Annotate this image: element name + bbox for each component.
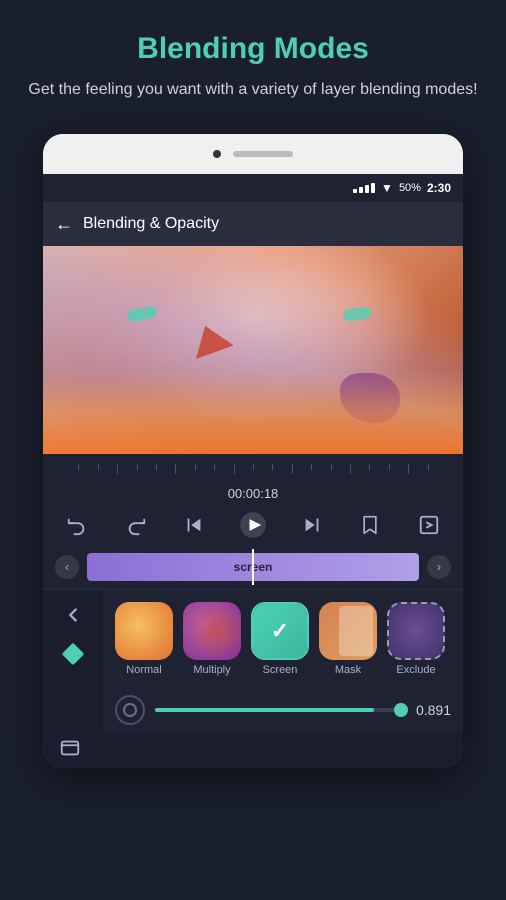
- status-bar: ▼ 50% 2:30: [43, 174, 463, 202]
- opacity-icon: [115, 695, 145, 725]
- bottom-nav: [43, 732, 463, 768]
- phone-bezel-top: [43, 134, 463, 174]
- mode-icon-multiply: [183, 602, 241, 660]
- modes-row: Normal Multiply ✓: [115, 602, 451, 676]
- normal-icon-visual: [115, 602, 173, 660]
- battery-indicator: 50%: [399, 182, 421, 194]
- diamond-icon: [62, 643, 85, 666]
- video-preview: [43, 246, 463, 454]
- mode-icon-exclude: [387, 602, 445, 660]
- back-layer-button[interactable]: [62, 604, 84, 626]
- blending-modes-panel: Normal Multiply ✓: [103, 590, 463, 732]
- page-subtitle: Get the feeling you want with a variety …: [20, 78, 486, 102]
- opacity-slider-fill: [155, 708, 374, 712]
- skip-to-end-button[interactable]: [294, 507, 330, 543]
- layer-clip[interactable]: screen: [87, 553, 419, 581]
- track-next-button[interactable]: ›: [427, 555, 451, 579]
- mode-item-mask[interactable]: Mask: [319, 602, 377, 676]
- playback-controls: [59, 507, 447, 543]
- screen-icon-visual: ✓: [253, 604, 307, 658]
- chevron-right-icon: ›: [437, 560, 441, 574]
- signal-strength-icon: [353, 183, 375, 193]
- track-prev-button[interactable]: ‹: [55, 555, 79, 579]
- opacity-slider-thumb[interactable]: [394, 703, 408, 717]
- bottom-section: Normal Multiply ✓: [43, 590, 463, 732]
- mask-icon-visual: [319, 602, 377, 660]
- page-title: Blending Modes: [20, 32, 486, 66]
- mode-label-normal: Normal: [126, 664, 161, 676]
- mode-item-screen[interactable]: ✓ Screen: [251, 602, 309, 676]
- layer-track: ‹ screen ›: [43, 549, 463, 589]
- sunset-gradient: [43, 371, 463, 454]
- timeline-ticks: [59, 464, 447, 480]
- header-section: Blending Modes Get the feeling you want …: [0, 0, 506, 118]
- signal-bar-4: [371, 183, 375, 193]
- mode-item-exclude[interactable]: Exclude: [387, 602, 445, 676]
- timecode-display: 00:00:18: [59, 486, 447, 501]
- chevron-left-icon: ‹: [65, 560, 69, 574]
- phone-screen: ▼ 50% 2:30 ← Blending & Opacity: [43, 174, 463, 768]
- app-toolbar: ← Blending & Opacity: [43, 202, 463, 246]
- signal-bar-3: [365, 185, 369, 193]
- mode-label-multiply: Multiply: [193, 664, 230, 676]
- mode-item-normal[interactable]: Normal: [115, 602, 173, 676]
- left-panel: [43, 590, 103, 732]
- signal-bar-1: [353, 189, 357, 193]
- undo-button[interactable]: [59, 507, 95, 543]
- opacity-value: 0.891: [411, 702, 451, 718]
- mode-icon-mask: [319, 602, 377, 660]
- export-button[interactable]: [411, 507, 447, 543]
- mode-icon-screen: ✓: [251, 602, 309, 660]
- toolbar-title: Blending & Opacity: [83, 215, 219, 233]
- redo-button[interactable]: [118, 507, 154, 543]
- check-icon: ✓: [271, 618, 289, 644]
- timeline-cursor: [252, 549, 254, 585]
- opacity-row: 0.891: [115, 684, 451, 728]
- clock: 2:30: [427, 181, 451, 195]
- phone-mockup: ▼ 50% 2:30 ← Blending & Opacity: [43, 134, 463, 768]
- controls-bar: 00:00:18: [43, 454, 463, 549]
- opacity-slider[interactable]: [155, 708, 401, 712]
- back-button[interactable]: ←: [55, 214, 73, 235]
- signal-bar-2: [359, 187, 363, 193]
- play-button[interactable]: [235, 507, 271, 543]
- multiply-icon-visual: [183, 602, 241, 660]
- phone-camera: [213, 150, 221, 158]
- bookmark-button[interactable]: [352, 507, 388, 543]
- skip-to-start-button[interactable]: [176, 507, 212, 543]
- mode-label-screen: Screen: [263, 664, 298, 676]
- wifi-icon: ▼: [381, 181, 393, 195]
- layers-icon[interactable]: [59, 737, 81, 764]
- video-artwork: [43, 246, 463, 454]
- phone-speaker: [233, 151, 293, 157]
- mode-label-exclude: Exclude: [396, 664, 435, 676]
- mode-item-multiply[interactable]: Multiply: [183, 602, 241, 676]
- exclude-icon-visual: [389, 604, 443, 658]
- mode-icon-normal: [115, 602, 173, 660]
- opacity-icon-inner: [123, 703, 137, 717]
- mode-label-mask: Mask: [335, 664, 361, 676]
